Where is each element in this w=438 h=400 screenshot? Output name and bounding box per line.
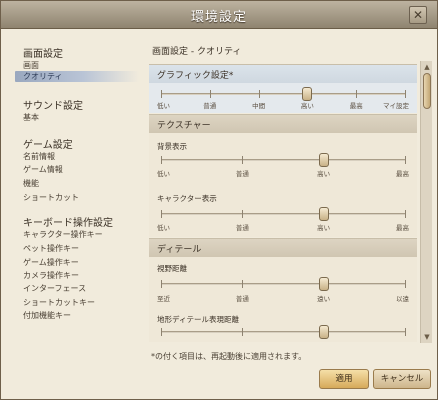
slider-knob[interactable] bbox=[318, 277, 329, 291]
slider-track[interactable] bbox=[161, 87, 406, 101]
vertical-scrollbar[interactable]: ▲ ▼ bbox=[420, 61, 432, 343]
section-title-detail: ディテール bbox=[157, 245, 202, 255]
sidebar-item-interface[interactable]: インターフェース bbox=[23, 283, 86, 294]
slider-tick-label: 遠い bbox=[317, 295, 331, 303]
section-title-graphics: グラフィック設定* bbox=[157, 71, 234, 81]
option-label-background: 背景表示 bbox=[157, 142, 187, 151]
option-label-view-distance: 視野距離 bbox=[157, 264, 187, 273]
sidebar-item-game-info[interactable]: ゲーム情報 bbox=[23, 164, 63, 175]
slider-knob[interactable] bbox=[318, 325, 329, 339]
slider-tick bbox=[242, 210, 244, 218]
apply-button[interactable]: 適用 bbox=[319, 369, 369, 389]
slider-tick bbox=[356, 90, 358, 98]
slider-tick-label: 普通 bbox=[235, 170, 249, 178]
sidebar-item-game-keys[interactable]: ゲーム操作キー bbox=[23, 257, 79, 268]
slider-knob[interactable] bbox=[302, 87, 313, 101]
scroll-up-arrow-icon[interactable]: ▲ bbox=[422, 62, 432, 72]
sidebar-item-pet-keys[interactable]: ペット操作キー bbox=[23, 243, 79, 254]
slider-tick bbox=[242, 328, 244, 336]
slider-tick bbox=[405, 156, 406, 164]
sidebar-item-functions[interactable]: 機能 bbox=[23, 178, 39, 189]
settings-window: 環境設定 ✕ 画面設定 画面 クオリティ サウンド設定 基本 ゲーム設定 名前情… bbox=[0, 0, 438, 400]
texture-section-body: 背景表示 キャラクター表示 低い 普通 高い 最高 低い 普通 高い 最高 bbox=[149, 133, 417, 237]
slider-tick bbox=[258, 90, 260, 98]
sidebar-item-screen[interactable]: 画面 bbox=[23, 60, 39, 71]
section-header-texture: テクスチャー bbox=[149, 114, 417, 133]
section-header-detail: ディテール bbox=[149, 238, 417, 257]
section-header-graphics: グラフィック設定* bbox=[149, 64, 417, 83]
sidebar-item-shortcut-keys[interactable]: ショートカットキー bbox=[23, 297, 95, 308]
option-label-character: キャラクター表示 bbox=[157, 194, 217, 203]
option-label-terrain-detail: 地形ディテール表現距離 bbox=[157, 315, 239, 324]
panel-title: 画面設定 - クオリティ bbox=[152, 47, 242, 57]
slider-tick-label: 普通 bbox=[203, 102, 217, 110]
slider-tick-label: 高い bbox=[317, 170, 331, 178]
slider-tick bbox=[242, 156, 244, 164]
category-game[interactable]: ゲーム設定 bbox=[23, 136, 73, 151]
slider-tick bbox=[161, 156, 162, 164]
slider-tick-label: 至近 bbox=[157, 295, 170, 303]
slider-tick-label: 低い bbox=[157, 224, 170, 232]
slider-tick bbox=[405, 90, 406, 98]
slider-tick-label: マイ設定 bbox=[383, 102, 409, 110]
settings-panel: 画面設定 - クオリティ グラフィック設定* 低い 普通 中間 高い 最高 マイ設定 テク… bbox=[147, 42, 433, 344]
restart-note: *の付く項目は、再起動後に適用されます。 bbox=[151, 352, 307, 361]
slider-tick-label: 低い bbox=[157, 102, 170, 110]
scroll-down-arrow-icon[interactable]: ▼ bbox=[422, 332, 432, 342]
slider-tick-label: 最高 bbox=[349, 102, 363, 110]
scrollbar-thumb[interactable] bbox=[423, 73, 431, 109]
slider-tick-label: 最高 bbox=[396, 170, 409, 178]
slider-tick-label: 低い bbox=[157, 170, 170, 178]
sidebar-item-shortcut[interactable]: ショートカット bbox=[23, 192, 79, 203]
slider-track[interactable] bbox=[161, 153, 406, 167]
slider-knob[interactable] bbox=[318, 207, 329, 221]
graphics-section-body: 低い 普通 中間 高い 最高 マイ設定 bbox=[149, 83, 417, 113]
slider-tick bbox=[405, 210, 406, 218]
sidebar-item-character-keys[interactable]: キャラクター操作キー bbox=[23, 229, 103, 240]
slider-knob[interactable] bbox=[318, 153, 329, 167]
sidebar-item-quality[interactable]: クオリティ bbox=[15, 71, 139, 82]
close-button[interactable]: ✕ bbox=[409, 6, 427, 24]
sidebar-item-camera-keys[interactable]: カメラ操作キー bbox=[23, 270, 79, 281]
slider-tick bbox=[242, 280, 244, 288]
slider-tick bbox=[161, 328, 162, 336]
slider-track[interactable] bbox=[161, 325, 406, 339]
slider-tick-label: 中間 bbox=[252, 102, 266, 110]
category-keyboard[interactable]: キーボード操作設定 bbox=[23, 214, 113, 229]
slider-tick-label: 最高 bbox=[396, 224, 409, 232]
slider-tick-label: 高い bbox=[300, 102, 314, 110]
section-title-texture: テクスチャー bbox=[157, 121, 211, 131]
options-scroll-area[interactable]: グラフィック設定* 低い 普通 中間 高い 最高 マイ設定 テクスチャー 背景表示 キャラ… bbox=[147, 60, 417, 342]
slider-tick-label: 普通 bbox=[235, 295, 249, 303]
sidebar-item-basic[interactable]: 基本 bbox=[23, 112, 39, 123]
slider-tick-label: 以遠 bbox=[396, 295, 409, 303]
slider-tick bbox=[161, 90, 162, 98]
slider-track[interactable] bbox=[161, 207, 406, 221]
slider-tick bbox=[161, 280, 162, 288]
title-bar[interactable]: 環境設定 ✕ bbox=[1, 1, 437, 29]
slider-tick bbox=[161, 210, 162, 218]
cancel-button[interactable]: キャンセル bbox=[373, 369, 431, 389]
window-title: 環境設定 bbox=[190, 10, 247, 25]
slider-tick bbox=[405, 328, 406, 336]
slider-tick bbox=[405, 280, 406, 288]
slider-tick bbox=[209, 90, 211, 98]
category-sound[interactable]: サウンド設定 bbox=[23, 97, 83, 112]
slider-track[interactable] bbox=[161, 277, 406, 291]
sidebar: 画面設定 画面 クオリティ サウンド設定 基本 ゲーム設定 名前情報 ゲーム情報… bbox=[1, 37, 141, 327]
category-display[interactable]: 画面設定 bbox=[23, 45, 63, 60]
detail-section-body: 視野距離 地形ディテール表現距離 至近 普通 遠い 以遠 bbox=[149, 257, 417, 342]
sidebar-item-extra-keys[interactable]: 付加機能キー bbox=[23, 310, 71, 321]
slider-tick-label: 高い bbox=[317, 224, 331, 232]
sidebar-item-name-info[interactable]: 名前情報 bbox=[23, 151, 55, 162]
slider-tick-label: 普通 bbox=[235, 224, 249, 232]
